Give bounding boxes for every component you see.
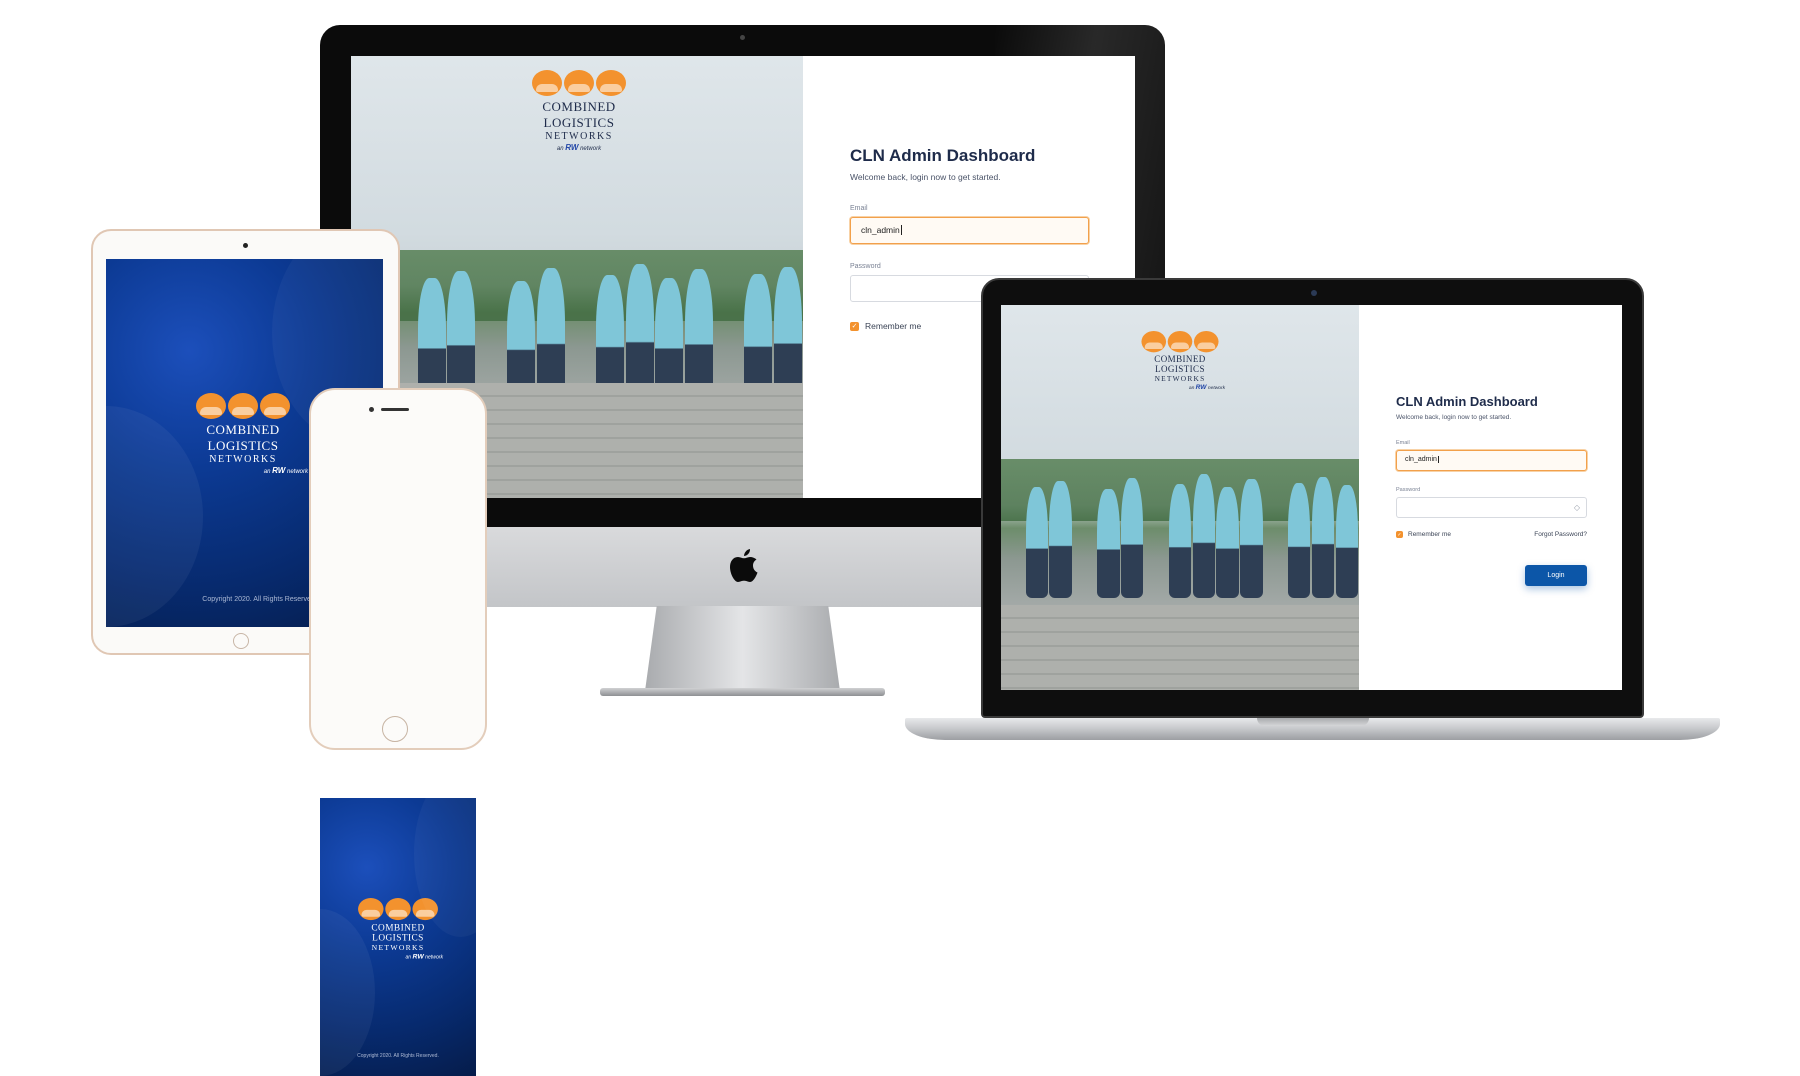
page-title: CLN Admin Dashboard (1396, 394, 1538, 409)
brand-logo: COMBINED LOGISTICS NETWORKS an RW networ… (178, 393, 308, 475)
logo-bubble-icon (1167, 331, 1193, 353)
iphone-device (309, 388, 487, 750)
iphone-camera (369, 407, 374, 412)
macbook-screen: COMBINED LOGISTICS NETWORKS an RW networ… (1001, 305, 1622, 690)
macbook-notch (1257, 718, 1369, 726)
logo-bubble-icon (596, 70, 626, 96)
email-label: Email (1396, 440, 1410, 446)
logo-line1: COMBINED LOGISTICS (542, 99, 616, 130)
imac-stand (645, 606, 840, 691)
email-field[interactable]: cln_admin (850, 217, 1089, 244)
logo-bubble-icon (260, 393, 290, 419)
ipad-camera (243, 243, 248, 248)
iphone-screen: COMBINED LOGISTICS NETWORKS an RW networ… (320, 798, 476, 1076)
page-title: CLN Admin Dashboard (850, 146, 1036, 165)
email-label: Email (850, 205, 868, 212)
checkmark-icon[interactable]: ✓ (850, 321, 859, 331)
brand-logo: COMBINED LOGISTICS NETWORKS an RW networ… (517, 70, 641, 152)
group-photo: COMBINED LOGISTICS NETWORKS an RW networ… (1001, 305, 1359, 690)
welcome-text: Welcome back, login now to get started. (1396, 414, 1512, 421)
remember-me[interactable]: ✓ Remember me (850, 321, 921, 331)
macbook-camera (1311, 290, 1317, 296)
remember-label: Remember me (865, 321, 922, 331)
password-field[interactable]: ◇ (1396, 497, 1587, 518)
form-options-row: ✓ Remember me Forgot Password? (1396, 531, 1587, 538)
logo-line1: COMBINED LOGISTICS (1154, 354, 1206, 375)
logo-line2: NETWORKS (209, 454, 277, 465)
remember-label: Remember me (1408, 531, 1451, 538)
logo-line2: NETWORKS (545, 131, 613, 142)
login-form: CLN Admin Dashboard Welcome back, login … (1359, 305, 1622, 690)
login-button[interactable]: Login (1525, 565, 1587, 586)
checkmark-icon[interactable]: ✓ (1396, 531, 1403, 538)
brand-logo: COMBINED LOGISTICS NETWORKS an RW networ… (353, 898, 443, 960)
iphone-home-button[interactable] (382, 716, 408, 742)
remember-me[interactable]: ✓ Remember me (1396, 531, 1451, 538)
logo-bubble-icon (532, 70, 562, 96)
logo-bubble-icon (412, 898, 438, 921)
logo-bubble-icon (196, 393, 226, 419)
logo-line1: COMBINED LOGISTICS (206, 422, 280, 453)
stone-steps (1001, 605, 1359, 690)
logo-bubble-icon (358, 898, 384, 921)
welcome-text: Welcome back, login now to get started. (850, 172, 1001, 182)
logo-line2: NETWORKS (371, 943, 425, 952)
logo-sub: an RW network (263, 466, 308, 475)
ipad-home-button[interactable] (233, 633, 249, 649)
logo-line1: COMBINED LOGISTICS (371, 922, 425, 944)
iphone-speaker (381, 408, 409, 411)
imac-camera (740, 35, 745, 40)
logo-sub: an RW network (556, 143, 602, 152)
copyright-text: Copyright 2020. All Rights Reserved. (357, 1053, 439, 1059)
logo-bubble-icon (385, 898, 411, 921)
brand-logo: COMBINED LOGISTICS NETWORKS an RW networ… (1135, 331, 1225, 391)
password-label: Password (850, 263, 881, 270)
logo-bubble-icon (1141, 331, 1167, 353)
apple-logo-icon (727, 548, 761, 584)
password-label: Password (1396, 487, 1421, 493)
crowd-of-people (1001, 474, 1359, 598)
logo-sub: an RW network (405, 952, 444, 961)
logo-sub: an RW network (1188, 383, 1226, 391)
logo-bubble-icon (228, 393, 258, 419)
forgot-password-link[interactable]: Forgot Password? (1534, 531, 1587, 538)
logo-line2: NETWORKS (1154, 374, 1206, 383)
logo-bubble-icon (564, 70, 594, 96)
logo-bubble-icon (1193, 331, 1219, 353)
imac-stand-base (600, 688, 885, 696)
email-field[interactable]: cln_admin (1396, 450, 1587, 471)
eye-icon[interactable]: ◇ (1574, 503, 1580, 512)
